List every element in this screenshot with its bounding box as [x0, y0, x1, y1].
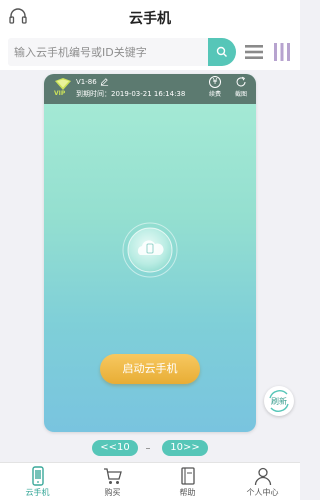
edit-icon[interactable] — [100, 77, 109, 86]
list-view-icon[interactable] — [244, 42, 264, 62]
yen-icon: ¥ — [209, 76, 221, 88]
expire-time: 到期时间：2019-03-21 16:14:38 — [76, 90, 186, 98]
search-box — [8, 38, 208, 66]
page-title: 云手机 — [129, 11, 171, 27]
refresh-icon — [236, 76, 246, 87]
search-input[interactable] — [8, 38, 208, 66]
header: 云手机 — [0, 0, 300, 34]
cart-icon — [103, 468, 122, 484]
nav-item-buy[interactable]: 购买 — [75, 463, 150, 500]
vip-badge-icon — [55, 78, 71, 90]
pager-separator — [146, 448, 150, 449]
search-icon — [216, 46, 227, 57]
user-icon — [254, 467, 271, 486]
refresh-label: 刷新 — [271, 397, 287, 406]
renew-label: 续费 — [208, 91, 221, 98]
nav-label: 购买 — [104, 488, 121, 497]
search-bar — [0, 34, 300, 70]
screenshot-button[interactable]: 截图 — [230, 76, 252, 103]
grid-view-icon[interactable] — [272, 42, 292, 62]
card-header: VIP V1-86 到期时间：2019-03-21 16:14:38 ¥ 续费 … — [44, 74, 256, 104]
search-button[interactable] — [208, 38, 236, 66]
screenshot-label: 截图 — [234, 91, 247, 98]
start-cloud-phone-button[interactable]: 启动云手机 — [100, 354, 200, 384]
prev-page-button[interactable]: <<10 — [92, 440, 138, 456]
nav-label: 云手机 — [25, 488, 50, 497]
device-name: V1-86 — [76, 78, 97, 86]
nav-label: 帮助 — [179, 488, 196, 497]
nav-item-profile[interactable]: 个人中心 — [225, 463, 300, 500]
nav-item-cloud-phone[interactable]: 云手机 — [0, 463, 75, 500]
nav-label: 个人中心 — [246, 488, 279, 497]
refresh-button[interactable]: 刷新 — [264, 386, 294, 416]
cloud-phone-card[interactable]: VIP V1-86 到期时间：2019-03-21 16:14:38 ¥ 续费 … — [44, 74, 256, 432]
vip-label: VIP — [54, 90, 66, 97]
book-icon — [180, 467, 195, 485]
renew-button[interactable]: ¥ 续费 — [204, 76, 226, 103]
phone-icon — [31, 466, 44, 486]
next-page-button[interactable]: 10>> — [162, 440, 208, 456]
bottom-nav: 云手机 购买 帮助 个人中心 — [0, 462, 300, 500]
cloud-orb-icon — [122, 222, 178, 278]
nav-item-help[interactable]: 帮助 — [150, 463, 225, 500]
